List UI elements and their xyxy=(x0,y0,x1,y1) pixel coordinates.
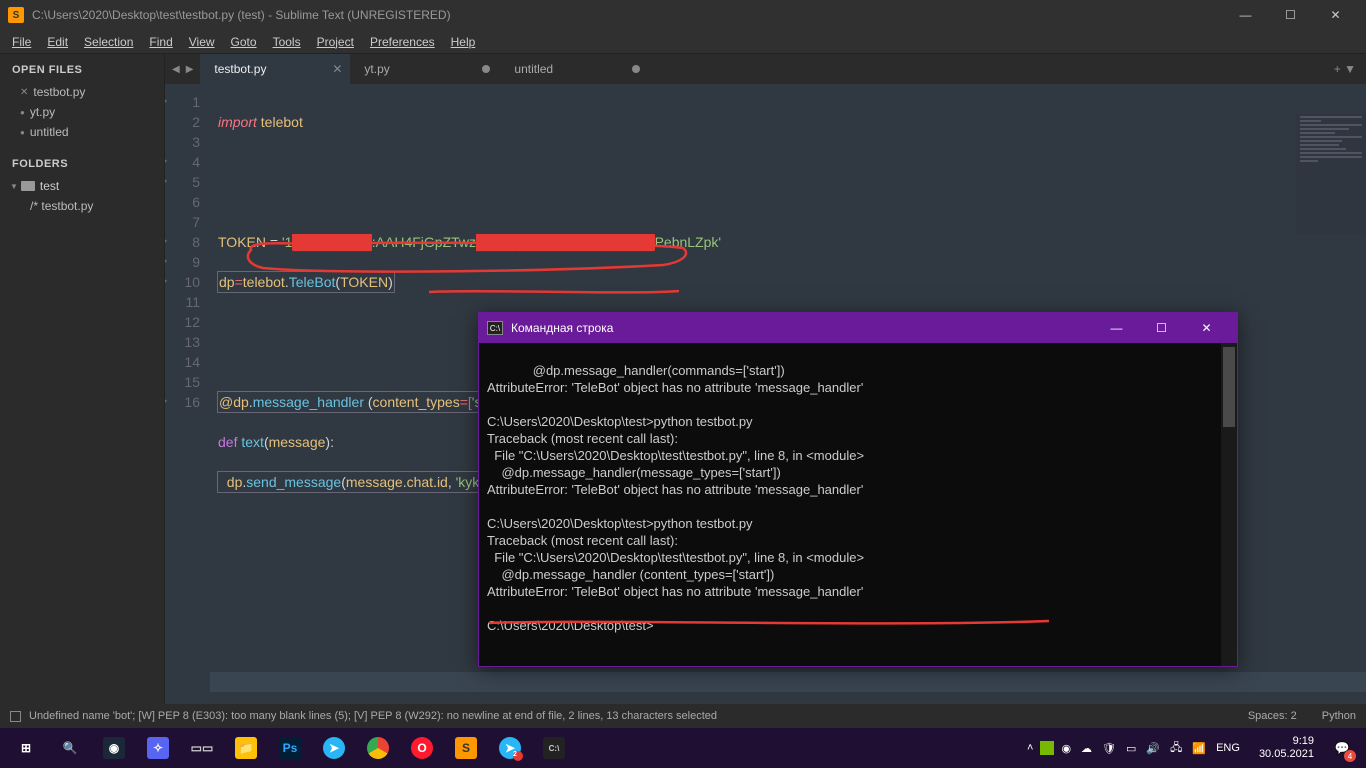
chrome-icon[interactable] xyxy=(356,728,400,768)
tray-cloud-icon[interactable]: ☁ xyxy=(1078,742,1095,755)
terminal-title: Командная строка xyxy=(511,321,613,335)
menu-edit[interactable]: Edit xyxy=(39,33,76,51)
chevron-down-icon: ▼ xyxy=(10,182,18,191)
tray-shield-icon[interactable]: 🛡 xyxy=(1099,742,1119,755)
tab-next-icon[interactable]: ▶ xyxy=(183,64,197,75)
tab-prev-icon[interactable]: ◀ xyxy=(169,64,183,75)
tab-yt[interactable]: yt.py xyxy=(350,54,500,84)
close-icon[interactable]: ✕ xyxy=(332,62,342,76)
tray-nvidia-icon[interactable] xyxy=(1040,741,1054,755)
tab-row: ◀▶ testbot.py✕ yt.py untitled + ▼ xyxy=(165,54,1366,84)
sublime-logo-icon: S xyxy=(8,7,24,23)
sidebar: OPEN FILES ✕testbot.py ●yt.py ●untitled … xyxy=(0,54,165,704)
notification-center-icon[interactable]: 💬4 xyxy=(1322,728,1362,768)
cmd-icon: C:\ xyxy=(487,321,503,335)
modified-dot-icon xyxy=(632,65,640,73)
terminal-body[interactable]: @dp.message_handler(commands=['start']) … xyxy=(479,343,1237,666)
folders-header: FOLDERS xyxy=(0,152,164,176)
menu-tools[interactable]: Tools xyxy=(265,33,309,51)
open-files-header: OPEN FILES xyxy=(0,58,164,82)
terminal-maximize-button[interactable]: ☐ xyxy=(1139,313,1184,343)
taskbar-clock[interactable]: 9:19 30.05.2021 xyxy=(1251,735,1322,761)
terminal-scrollbar[interactable] xyxy=(1221,343,1237,666)
photoshop-icon[interactable]: Ps xyxy=(268,728,312,768)
open-file-testbot[interactable]: ✕testbot.py xyxy=(0,82,164,102)
steam-icon[interactable]: ◉ xyxy=(92,728,136,768)
modified-dot-icon xyxy=(482,65,490,73)
menu-help[interactable]: Help xyxy=(443,33,484,51)
search-button[interactable]: 🔍 xyxy=(48,728,92,768)
tray-chevron-icon[interactable]: ˄ xyxy=(1024,742,1036,754)
maximize-button[interactable]: ☐ xyxy=(1268,0,1313,30)
tray-app-icon[interactable]: ◉ xyxy=(1058,742,1074,755)
menu-selection[interactable]: Selection xyxy=(76,33,141,51)
telegram-icon[interactable]: ➤ xyxy=(312,728,356,768)
opera-icon[interactable]: O xyxy=(400,728,444,768)
cmd-taskbar-icon[interactable]: C:\ xyxy=(532,728,576,768)
open-file-yt[interactable]: ●yt.py xyxy=(0,102,164,122)
folder-icon xyxy=(21,181,35,191)
menu-preferences[interactable]: Preferences xyxy=(362,33,443,51)
telegram2-icon[interactable]: ➤2 xyxy=(488,728,532,768)
menu-bar: File Edit Selection Find View Goto Tools… xyxy=(0,30,1366,54)
close-button[interactable]: ✕ xyxy=(1313,0,1358,30)
terminal-close-button[interactable]: ✕ xyxy=(1184,313,1229,343)
redaction-mark: ████████ xyxy=(292,234,371,250)
modified-dot-icon: ● xyxy=(20,128,25,137)
folder-test[interactable]: ▼test xyxy=(0,176,164,196)
lint-message: Undefined name 'bot'; [W] PEP 8 (E303): … xyxy=(29,710,717,722)
terminal-window[interactable]: C:\ Командная строка — ☐ ✕ @dp.message_h… xyxy=(478,312,1238,667)
lint-checkbox[interactable] xyxy=(10,711,21,722)
tray-volume-icon[interactable]: 🔊 xyxy=(1143,742,1163,755)
window-title: C:\Users\2020\Desktop\test\testbot.py (t… xyxy=(32,8,451,22)
tray-language[interactable]: ENG xyxy=(1213,742,1243,754)
tab-untitled[interactable]: untitled xyxy=(500,54,650,84)
terminal-minimize-button[interactable]: — xyxy=(1094,313,1139,343)
explorer-icon[interactable]: 📁 xyxy=(224,728,268,768)
status-bar: Undefined name 'bot'; [W] PEP 8 (E303): … xyxy=(0,704,1366,728)
tray-network-icon[interactable]: 🖧 xyxy=(1167,739,1185,758)
minimize-button[interactable]: — xyxy=(1223,0,1268,30)
modified-dot-icon: ● xyxy=(20,108,25,117)
annotation-underline xyxy=(390,262,640,272)
windows-taskbar: ⊞ 🔍 ◉ ✧ ▭▭ 📁 Ps ➤ O S ➤2 C:\ ˄ ◉ ☁ 🛡 ▭ 🔊… xyxy=(0,728,1366,768)
tray-battery-icon[interactable]: ▭ xyxy=(1123,742,1139,755)
line-gutter: 12345678910111213141516 xyxy=(165,84,210,704)
menu-view[interactable]: View xyxy=(181,33,223,51)
indent-status[interactable]: Spaces: 2 xyxy=(1248,710,1297,722)
syntax-status[interactable]: Python xyxy=(1322,710,1356,722)
menu-find[interactable]: Find xyxy=(141,33,180,51)
title-bar: S C:\Users\2020\Desktop\test\testbot.py … xyxy=(0,0,1366,30)
redaction-mark: ██████████████████ xyxy=(476,234,655,250)
minimap[interactable] xyxy=(1296,114,1366,234)
file-testbot[interactable]: /* testbot.py xyxy=(0,196,164,216)
menu-file[interactable]: File xyxy=(4,33,39,51)
discord-icon[interactable]: ✧ xyxy=(136,728,180,768)
menu-project[interactable]: Project xyxy=(309,33,362,51)
system-tray: ˄ ◉ ☁ 🛡 ▭ 🔊 🖧 📶 ENG xyxy=(1016,739,1251,758)
tray-wifi-icon[interactable]: 📶 xyxy=(1189,742,1209,755)
terminal-title-bar[interactable]: C:\ Командная строка — ☐ ✕ xyxy=(479,313,1237,343)
tab-testbot[interactable]: testbot.py✕ xyxy=(200,54,350,84)
menu-goto[interactable]: Goto xyxy=(223,33,265,51)
start-button[interactable]: ⊞ xyxy=(4,728,48,768)
task-view-icon[interactable]: ▭▭ xyxy=(180,728,224,768)
close-icon[interactable]: ✕ xyxy=(20,87,28,98)
new-tab-button[interactable]: + ▼ xyxy=(1324,62,1366,76)
sublime-icon[interactable]: S xyxy=(444,728,488,768)
open-file-untitled[interactable]: ●untitled xyxy=(0,122,164,142)
